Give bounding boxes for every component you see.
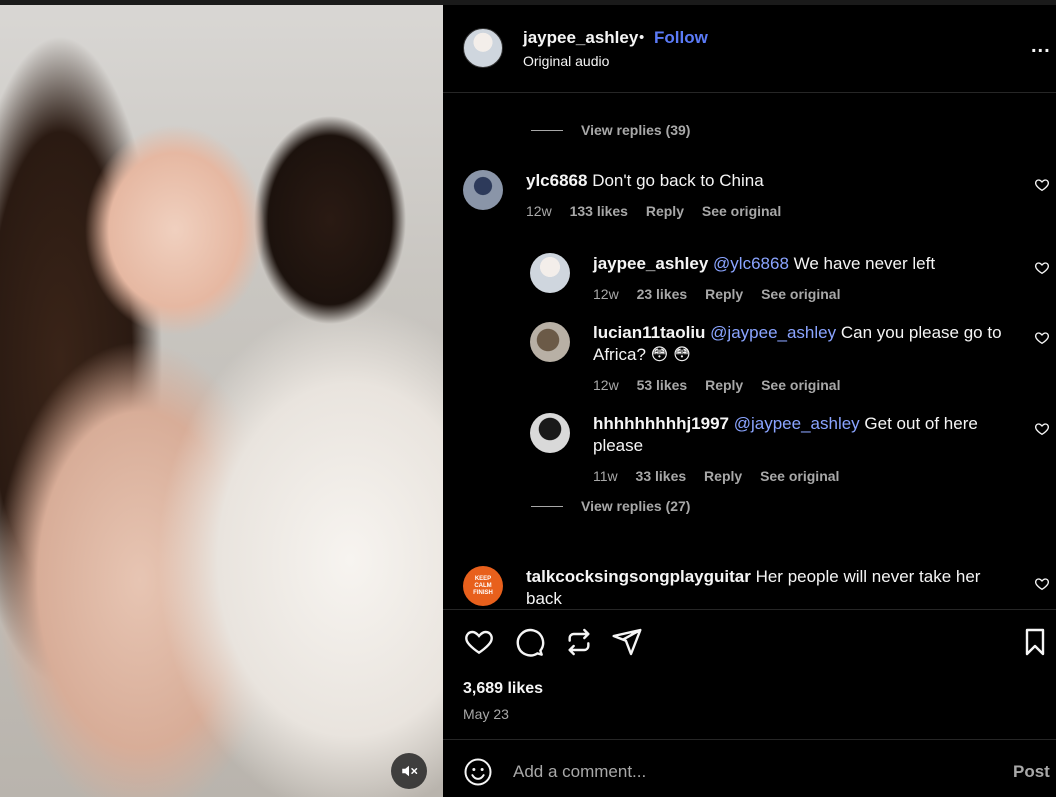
replies-divider [531, 129, 563, 131]
reply-username[interactable]: hhhhhhhhhj1997 [593, 414, 729, 433]
reply-item: lucian11taoliu @jaypee_ashley Can you pl… [530, 322, 1056, 402]
see-original-button[interactable]: See original [761, 377, 840, 393]
commenter-avatar[interactable] [530, 413, 570, 453]
commenter-avatar[interactable] [530, 322, 570, 362]
comment-item: KEEP CALM FINISH talkcocksingsongplaygui… [463, 566, 1056, 609]
mute-button[interactable] [391, 753, 427, 789]
comment-body: ylc6868 Don't go back to China [526, 170, 946, 192]
video-top-strip [0, 0, 443, 5]
reply-meta: 12w 53 likes Reply See original [593, 377, 854, 393]
post-video[interactable] [0, 0, 443, 797]
view-replies-button[interactable]: View replies (27) [531, 498, 690, 514]
reply-mention[interactable]: @ylc6868 [713, 254, 789, 273]
reply-button[interactable]: Reply [646, 203, 684, 219]
reply-likes[interactable]: 23 likes [637, 286, 688, 302]
audio-label[interactable]: Original audio [523, 53, 609, 69]
reply-meta: 11w 33 likes Reply See original [593, 468, 853, 484]
post-actions: 3,689 likes May 23 [443, 609, 1056, 739]
comment-meta: 12w 133 likes Reply See original [526, 203, 795, 219]
comment-body: talkcocksingsongplayguitar Her people wi… [526, 566, 996, 609]
replies-divider [531, 505, 563, 507]
comment-composer: Post [443, 739, 1056, 797]
reply-mention[interactable]: @jaypee_ashley [734, 414, 860, 433]
view-replies-label: View replies (39) [581, 122, 691, 138]
reply-like-icon[interactable] [1034, 330, 1050, 346]
comment-icon[interactable] [513, 626, 545, 658]
emoji-icon[interactable] [463, 757, 493, 787]
share-icon[interactable] [611, 626, 643, 658]
reply-like-icon[interactable] [1034, 260, 1050, 276]
post-button[interactable]: Post [1013, 762, 1050, 782]
comment-like-icon[interactable] [1034, 576, 1050, 592]
reply-username[interactable]: jaypee_ashley [593, 254, 708, 273]
comments-list[interactable]: View replies (39) ylc6868 Don't go back … [443, 94, 1056, 609]
reply-mention[interactable]: @jaypee_ashley [710, 323, 836, 342]
bookmark-icon[interactable] [1019, 626, 1051, 658]
comment-like-icon[interactable] [1034, 177, 1050, 193]
post-date: May 23 [463, 706, 509, 722]
comment-username[interactable]: ylc6868 [526, 171, 587, 190]
reply-text: We have never left [793, 254, 936, 273]
reply-body: jaypee_ashley @ylc6868 We have never lef… [593, 253, 993, 275]
comment-text: Don't go back to China [592, 171, 764, 190]
commenter-avatar[interactable]: KEEP CALM FINISH [463, 566, 503, 606]
author-username[interactable]: jaypee_ashley [523, 28, 638, 48]
reply-item: hhhhhhhhhj1997 @jaypee_ashley Get out of… [530, 413, 1056, 493]
see-original-button[interactable]: See original [760, 468, 839, 484]
comment-username[interactable]: talkcocksingsongplayguitar [526, 567, 751, 586]
reply-meta: 12w 23 likes Reply See original [593, 286, 854, 302]
reply-like-icon[interactable] [1034, 421, 1050, 437]
muted-speaker-icon [402, 765, 418, 777]
reply-likes[interactable]: 53 likes [637, 377, 688, 393]
comment-item: ylc6868 Don't go back to China 12w 133 l… [463, 170, 1056, 230]
reply-item: jaypee_ashley @ylc6868 We have never lef… [530, 253, 1056, 313]
reply-age: 11w [593, 468, 618, 484]
reply-button[interactable]: Reply [705, 286, 743, 302]
more-options-icon[interactable]: ... [1031, 35, 1051, 58]
likes-count[interactable]: 3,689 likes [463, 680, 543, 698]
reply-age: 12w [593, 286, 619, 302]
see-original-button[interactable]: See original [761, 286, 840, 302]
see-original-button[interactable]: See original [702, 203, 781, 219]
header-separator: • [639, 29, 645, 46]
follow-button[interactable]: Follow [654, 28, 708, 48]
reply-body: lucian11taoliu @jaypee_ashley Can you pl… [593, 322, 1003, 366]
post-header: jaypee_ashley • Follow Original audio ..… [443, 5, 1056, 93]
reply-button[interactable]: Reply [704, 468, 742, 484]
comment-age: 12w [526, 203, 552, 219]
comment-input[interactable] [513, 759, 973, 785]
commenter-avatar[interactable] [463, 170, 503, 210]
reply-username[interactable]: lucian11taoliu [593, 323, 705, 342]
repost-icon[interactable] [563, 626, 595, 658]
reply-age: 12w [593, 377, 619, 393]
comment-likes[interactable]: 133 likes [570, 203, 628, 219]
reply-button[interactable]: Reply [705, 377, 743, 393]
reply-body: hhhhhhhhhj1997 @jaypee_ashley Get out of… [593, 413, 1003, 457]
reply-likes[interactable]: 33 likes [636, 468, 687, 484]
view-replies-label: View replies (27) [581, 498, 691, 514]
author-avatar[interactable] [463, 28, 503, 68]
avatar-keep-calm-text: KEEP CALM FINISH [473, 575, 493, 596]
commenter-avatar[interactable] [530, 253, 570, 293]
view-replies-button[interactable]: View replies (39) [531, 122, 690, 138]
heart-icon[interactable] [463, 626, 495, 658]
post-details-panel: jaypee_ashley • Follow Original audio ..… [443, 0, 1056, 797]
